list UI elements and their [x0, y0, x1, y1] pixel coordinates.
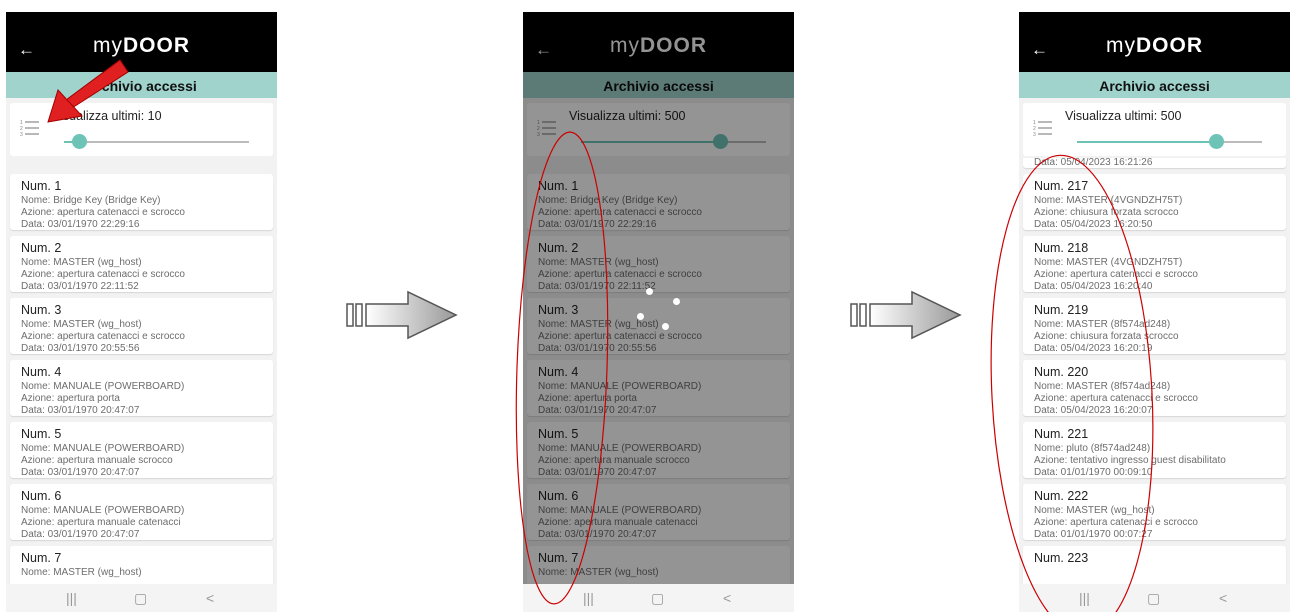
- highlight-ellipse: [990, 154, 1154, 612]
- red-arrow-icon: [47, 59, 129, 123]
- annotation-overlay: [47, 59, 1154, 612]
- highlight-ellipse: [515, 131, 609, 605]
